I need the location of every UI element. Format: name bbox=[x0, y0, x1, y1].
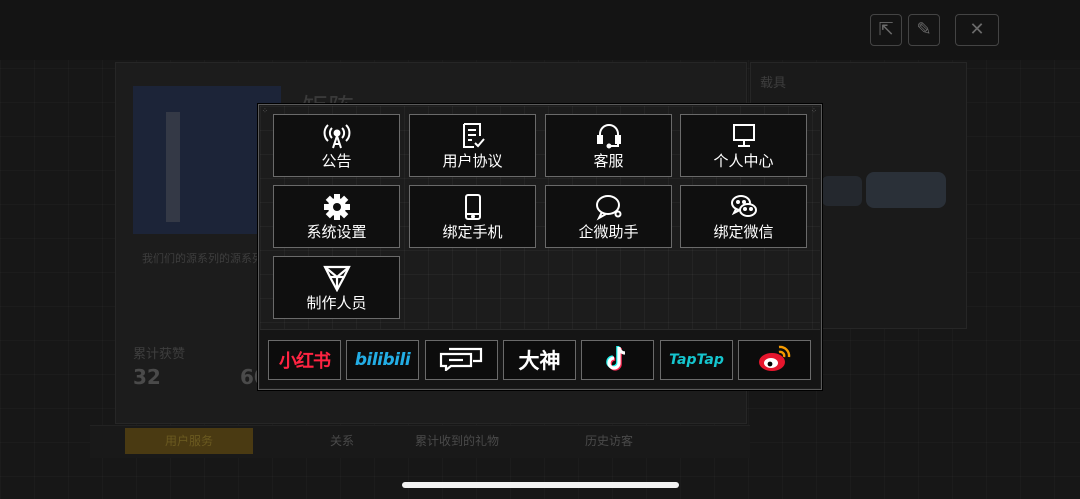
dashen-logo: 大神 bbox=[518, 349, 561, 373]
background-user-service-button: 用户服务 bbox=[125, 428, 253, 454]
wecom-assistant-button[interactable]: 企微助手 bbox=[545, 185, 672, 248]
tile-label: 个人中心 bbox=[713, 151, 774, 170]
user-agreement-button[interactable]: 用户协议 bbox=[409, 114, 536, 177]
headset-icon bbox=[594, 122, 624, 150]
tile-label: 绑定手机 bbox=[442, 222, 503, 241]
background-vehicle-image bbox=[822, 176, 862, 206]
background-description: 我们们的源系列的源系列我 bbox=[142, 252, 274, 265]
tile-label: 系统设置 bbox=[306, 222, 367, 241]
corner-mark: ⁘ bbox=[811, 107, 817, 115]
tile-label: 客服 bbox=[593, 151, 624, 170]
taptap-logo: TapTap bbox=[669, 352, 724, 368]
tile-label: 企微助手 bbox=[578, 222, 639, 241]
game-logo-icon bbox=[322, 264, 352, 292]
taptap-link[interactable]: TapTap bbox=[660, 340, 733, 380]
background-stat-label: 累计获赞 bbox=[133, 347, 186, 362]
tile-label: 公告 bbox=[321, 151, 352, 170]
weibo-logo bbox=[757, 343, 793, 377]
wechat-icon bbox=[729, 193, 759, 221]
home-indicator[interactable] bbox=[402, 482, 679, 488]
background-tab: 历史访客 bbox=[585, 434, 634, 448]
credits-button[interactable]: 制作人员 bbox=[273, 256, 400, 319]
bilibili-logo: bilibili bbox=[354, 350, 411, 370]
system-settings-button[interactable]: 系统设置 bbox=[273, 185, 400, 248]
bind-wechat-button[interactable]: 绑定微信 bbox=[680, 185, 807, 248]
tile-label: 制作人员 bbox=[306, 293, 367, 312]
bind-phone-button[interactable]: 绑定手机 bbox=[409, 185, 536, 248]
background-tab: 累计收到的礼物 bbox=[415, 434, 500, 448]
background-tab: 关系 bbox=[330, 434, 355, 448]
close-icon[interactable]: ✕ bbox=[955, 14, 999, 46]
chat-bubble-icon bbox=[594, 193, 624, 221]
xiaohongshu-link[interactable]: 小红书 bbox=[268, 340, 341, 380]
weibo-link[interactable] bbox=[738, 340, 811, 380]
corner-mark: ⁘ bbox=[262, 107, 268, 115]
community-link[interactable] bbox=[425, 340, 498, 380]
background-vehicle-image bbox=[866, 172, 946, 208]
background-stat-value: 32 bbox=[133, 365, 161, 389]
tile-label: 用户协议 bbox=[442, 151, 503, 170]
customer-service-button[interactable]: 客服 bbox=[545, 114, 672, 177]
xiaohongshu-logo: 小红书 bbox=[279, 351, 331, 372]
background-right-title: 载具 bbox=[760, 76, 787, 91]
monitor-icon bbox=[729, 122, 759, 150]
announcement-button[interactable]: 公告 bbox=[273, 114, 400, 177]
settings-menu-modal: ⁘ ⁘ ⁘ 公告 用户协议 bbox=[258, 104, 822, 390]
broadcast-icon bbox=[322, 122, 352, 150]
community-logo bbox=[437, 345, 487, 375]
personal-center-button[interactable]: 个人中心 bbox=[680, 114, 807, 177]
share-icon: ⇱ bbox=[870, 14, 902, 46]
dashen-link[interactable]: 大神 bbox=[503, 340, 576, 380]
douyin-link[interactable] bbox=[581, 340, 654, 380]
document-check-icon bbox=[458, 122, 488, 150]
gear-icon bbox=[322, 193, 352, 221]
tile-label: 绑定微信 bbox=[713, 222, 774, 241]
douyin-logo bbox=[605, 344, 631, 376]
edit-icon: ✎ bbox=[908, 14, 940, 46]
phone-icon bbox=[458, 193, 488, 221]
bilibili-link[interactable]: bilibili bbox=[346, 340, 419, 380]
